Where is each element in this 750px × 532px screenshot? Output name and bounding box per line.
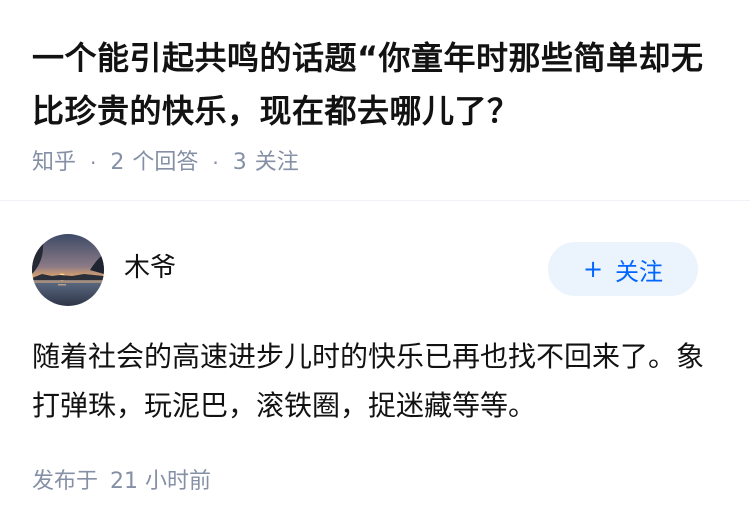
meta-separator: · — [212, 151, 219, 175]
answers-count: 2 — [110, 150, 125, 175]
follow-button[interactable]: + 关注 — [548, 242, 698, 296]
question-title[interactable]: 一个能引起共鸣的话题“你童年时那些简单却无比珍贵的快乐，现在都去哪儿了？ — [32, 32, 722, 138]
section-divider — [0, 200, 750, 201]
avatar[interactable] — [32, 234, 104, 306]
question-meta: 知乎 · 2 个回答 · 3 关注 — [32, 146, 722, 180]
sunset-lake-avatar-icon — [32, 234, 104, 306]
answers-label[interactable]: 个回答 — [132, 146, 198, 180]
answer-author-row: 木爷 + 关注 — [32, 234, 700, 306]
followers-label[interactable]: 关注 — [255, 146, 299, 180]
published-time: 21 小时前 — [110, 469, 212, 494]
source-label[interactable]: 知乎 — [32, 146, 76, 180]
follow-button-label: 关注 — [615, 257, 664, 286]
answer-footer: 发布于 21 小时前 — [32, 464, 211, 500]
question-header: 一个能引起共鸣的话题“你童年时那些简单却无比珍贵的快乐，现在都去哪儿了？ 知乎 … — [32, 32, 722, 180]
published-label: 发布于 — [32, 469, 99, 494]
followers-count: 3 — [232, 150, 247, 175]
meta-separator: · — [90, 151, 97, 175]
author-name[interactable]: 木爷 — [124, 250, 176, 286]
plus-icon: + — [582, 255, 604, 283]
answer-content[interactable]: 随着社会的高速进步儿时的快乐已再也找不回来了。象打弹珠，玩泥巴，滚铁圈，捉迷藏等… — [32, 332, 712, 430]
